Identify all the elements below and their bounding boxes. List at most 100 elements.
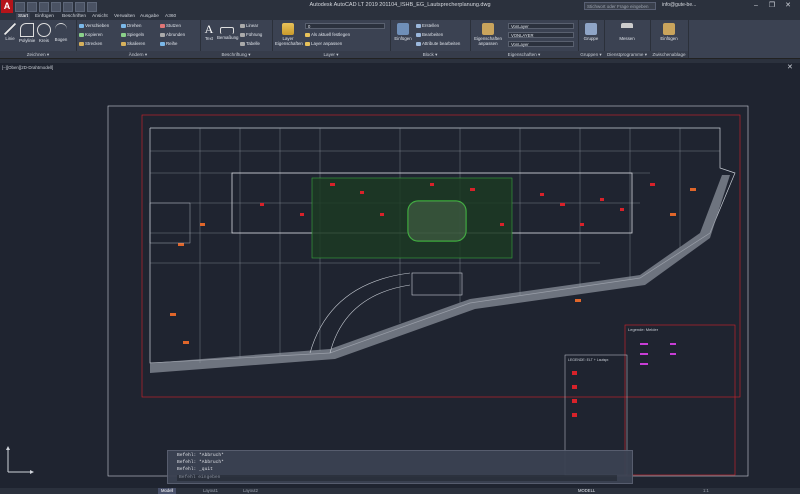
- circle-button[interactable]: Kreis: [36, 23, 52, 43]
- tab-layout1[interactable]: Layout1: [200, 488, 221, 494]
- scale-button[interactable]: Skalieren: [121, 41, 145, 46]
- tab-annotate[interactable]: Beschriften: [60, 13, 88, 20]
- layer-properties-label: Layer Eigenschaften: [275, 36, 303, 46]
- hatched-area: [149, 202, 191, 244]
- properties-panel: Eigenschaften anpassen VonLayer VONLAYER…: [470, 20, 579, 58]
- utilities-panel-title[interactable]: Dienstprogramme ▾: [604, 51, 650, 58]
- tab-output[interactable]: Ausgabe: [138, 13, 161, 20]
- utilities-panel: Messen Dienstprogramme ▾: [604, 20, 651, 58]
- edit-attributes-button[interactable]: Attribute bearbeiten: [416, 41, 460, 46]
- layer-properties-button[interactable]: Layer Eigenschaften: [275, 23, 303, 46]
- layers-panel-title[interactable]: Layer ▾: [272, 51, 390, 58]
- text-button[interactable]: A Text: [201, 23, 217, 41]
- trim-button[interactable]: Stutzen: [160, 23, 181, 28]
- minimize-button[interactable]: –: [750, 1, 762, 11]
- match-properties-button[interactable]: Eigenschaften anpassen: [473, 23, 503, 46]
- table-button[interactable]: Tabelle: [240, 41, 260, 46]
- group-button[interactable]: Gruppe: [582, 23, 600, 41]
- group-label: Gruppe: [583, 36, 599, 41]
- groups-panel-title[interactable]: Gruppen ▾: [578, 51, 604, 58]
- match-layer-label: Layer anpassen: [311, 41, 343, 46]
- tab-a360[interactable]: A360: [163, 13, 178, 20]
- polyline-button[interactable]: Polylinie: [19, 23, 35, 43]
- color-dropdown[interactable]: VonLayer: [508, 23, 574, 29]
- annotation-panel-title[interactable]: Beschriftung ▾: [200, 51, 272, 58]
- status-bar: Modell Layout1 Layout2 MODELL 1:1: [0, 488, 800, 494]
- block-insert-icon: [397, 23, 409, 35]
- annotation-scale[interactable]: 1:1: [700, 488, 712, 494]
- dimension-icon: [220, 27, 234, 34]
- leader-button[interactable]: Führung: [240, 32, 262, 37]
- floorplan-drawing: Legende: Melder LEGENDE: ELT + Lautspr.: [107, 105, 749, 477]
- ucs-icon: [6, 446, 34, 474]
- array-icon: [160, 41, 165, 46]
- block-edit-button[interactable]: Bearbeiten: [416, 32, 443, 37]
- mirror-button[interactable]: Spiegeln: [121, 32, 144, 37]
- block-panel-title[interactable]: Block ▾: [390, 51, 470, 58]
- block-create-icon: [416, 23, 421, 28]
- measure-button[interactable]: Messen: [617, 23, 637, 41]
- move-button[interactable]: Verschieben: [79, 23, 109, 28]
- rotate-label: Drehen: [127, 23, 142, 28]
- layer-dropdown[interactable]: 0: [305, 23, 385, 29]
- array-button[interactable]: Reihe: [160, 41, 177, 46]
- stretch-button[interactable]: Strecken: [79, 41, 102, 46]
- paste-button[interactable]: Einfügen: [658, 23, 680, 41]
- maximize-button[interactable]: ❐: [766, 1, 778, 11]
- trim-icon: [160, 23, 165, 28]
- drawing-canvas[interactable]: Legende: Melder LEGENDE: ELT + Lautspr.: [0, 63, 800, 488]
- tab-layout2[interactable]: Layout2: [240, 488, 261, 494]
- rotate-icon: [121, 23, 126, 28]
- make-current-button[interactable]: Als aktuell festlegen: [305, 32, 350, 37]
- arc-button[interactable]: Bogen: [53, 23, 69, 42]
- clipboard-panel-title[interactable]: Zwischenablage: [650, 51, 688, 58]
- fillet-button[interactable]: Abrunden: [160, 32, 185, 37]
- move-label: Verschieben: [85, 23, 110, 28]
- modify-panel-title[interactable]: Ändern ▾: [76, 51, 200, 58]
- user-account[interactable]: info@gute-be...: [662, 2, 696, 8]
- dimension-label: Bemaßung: [217, 35, 239, 40]
- properties-panel-title[interactable]: Eigenschaften ▾: [470, 51, 578, 58]
- model-space-button[interactable]: MODELL: [575, 488, 598, 494]
- measure-icon: [621, 23, 633, 35]
- match-properties-icon: [482, 23, 494, 35]
- command-history-line: Befehl: *Abbruch*: [177, 460, 224, 465]
- block-panel: Einfügen Erstellen Bearbeiten Attribute …: [390, 20, 471, 58]
- close-button[interactable]: ✕: [782, 1, 794, 11]
- legend-box: [624, 324, 736, 476]
- viewport-close-icon[interactable]: ✕: [787, 63, 793, 71]
- tab-view[interactable]: Ansicht: [90, 13, 110, 20]
- block-insert-button[interactable]: Einfügen: [393, 23, 413, 41]
- polyline-icon: [20, 23, 34, 37]
- command-input[interactable]: Befehl eingeben: [177, 475, 617, 481]
- block-edit-label: Bearbeiten: [422, 32, 444, 37]
- linetype-dropdown[interactable]: VONLAYER: [508, 32, 574, 38]
- rotate-button[interactable]: Drehen: [121, 23, 141, 28]
- make-current-label: Als aktuell festlegen: [311, 32, 351, 37]
- viewport-controls[interactable]: [–][Oben][2D-Drahtmodell]: [2, 65, 53, 70]
- help-search-input[interactable]: Stichwort oder Frage eingeben: [584, 2, 656, 10]
- dimension-button[interactable]: Bemaßung: [217, 23, 239, 40]
- match-layer-button[interactable]: Layer anpassen: [305, 41, 342, 46]
- tab-manage[interactable]: Verwalten: [112, 13, 137, 20]
- line-button[interactable]: Linie: [2, 23, 18, 41]
- scale-label: Skalieren: [127, 41, 146, 46]
- draw-panel-title[interactable]: Zeichnen ▾: [0, 51, 76, 58]
- sheet-frame: [107, 105, 749, 477]
- stretch-label: Strecken: [85, 41, 103, 46]
- title-bar: A Autodesk AutoCAD LT 2019 201104_ISHB_E…: [0, 0, 800, 13]
- linear-dim-button[interactable]: Linear: [240, 23, 258, 28]
- scale-icon: [121, 41, 126, 46]
- lineweight-dropdown[interactable]: VonLayer: [508, 41, 574, 47]
- tab-start[interactable]: Start: [16, 13, 31, 20]
- line-icon: [4, 23, 16, 35]
- tab-model[interactable]: Modell: [158, 488, 177, 494]
- ribbon-tab-bar: Start Einfügen Beschriften Ansicht Verwa…: [0, 13, 800, 20]
- tab-insert[interactable]: Einfügen: [33, 13, 56, 20]
- stretch-icon: [79, 41, 84, 46]
- block-create-button[interactable]: Erstellen: [416, 23, 439, 28]
- groups-panel: Gruppe Gruppen ▾: [578, 20, 605, 58]
- copy-button[interactable]: Kopieren: [79, 32, 103, 37]
- draw-panel: Linie Polylinie Kreis Bogen Zeichnen ▾: [0, 20, 77, 58]
- mirror-label: Spiegeln: [127, 32, 145, 37]
